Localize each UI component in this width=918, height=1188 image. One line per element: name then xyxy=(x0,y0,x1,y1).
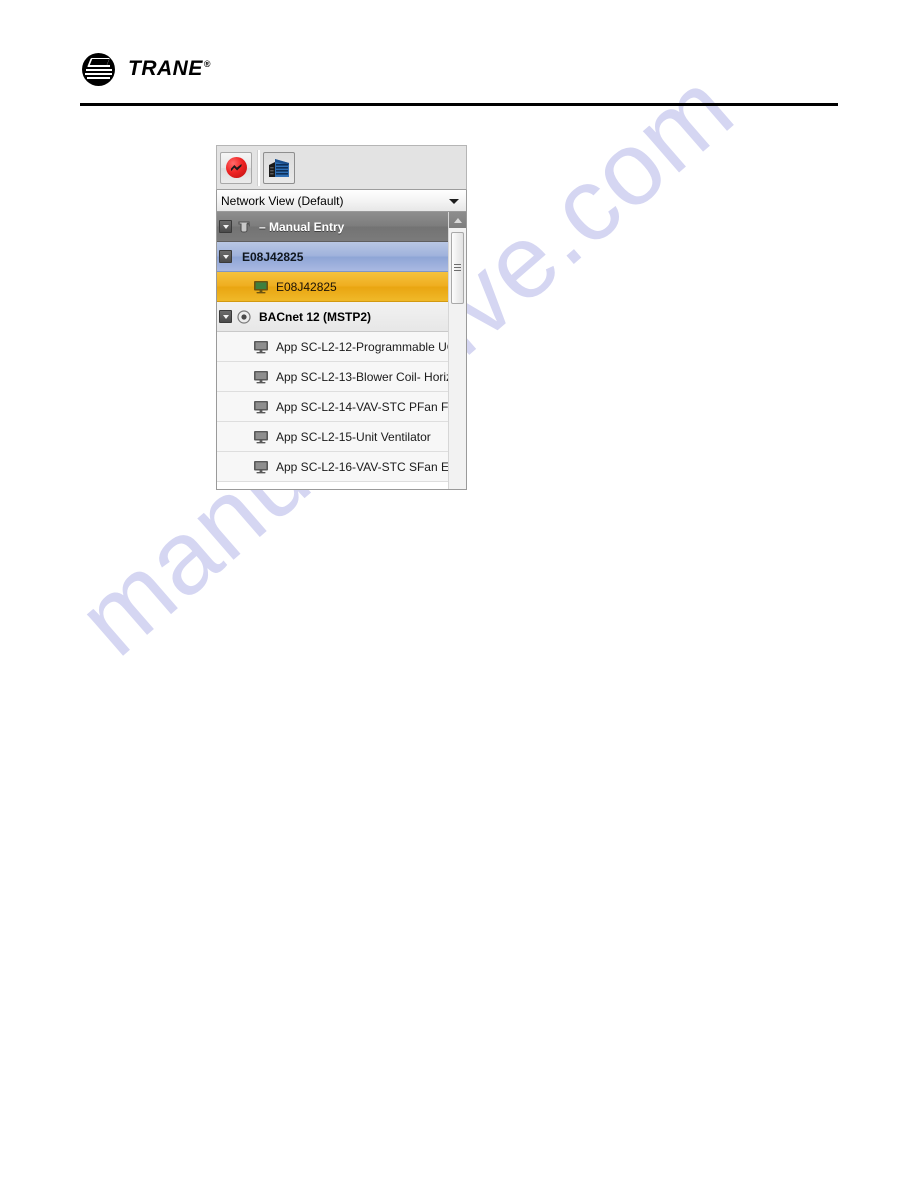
header-divider xyxy=(80,103,838,106)
tree-row[interactable]: App SC-L2-15-Unit Ventilator xyxy=(217,422,448,452)
brand-wordmark: TRANE® xyxy=(128,57,211,81)
brand-name-text: TRANE xyxy=(128,57,203,80)
tree-row-label: App SC-L2-14-VAV-STC PFan F xyxy=(276,399,448,414)
expand-collapse-icon[interactable] xyxy=(219,250,232,263)
expand-collapse-icon[interactable] xyxy=(219,310,232,323)
view-selector-dropdown[interactable]: Network View (Default) xyxy=(216,190,467,212)
network-tree: – Manual Entry E08J42825 E08J42825 BACnet 1… xyxy=(216,212,467,490)
brand-trademark: ® xyxy=(203,59,211,69)
tree-expander-slot xyxy=(217,310,234,323)
tree-row-label: App SC-L2-15-Unit Ventilator xyxy=(276,429,431,444)
tree-scrollbar[interactable] xyxy=(448,212,466,489)
chevron-down-icon xyxy=(449,199,459,204)
view-selector-label: Network View (Default) xyxy=(221,193,344,208)
tree-row[interactable]: App SC-L2-14-VAV-STC PFan F xyxy=(217,392,448,422)
red-alarm-circle-icon xyxy=(225,157,247,178)
device-monitor-icon xyxy=(251,430,271,444)
brand-logo: TRANE® xyxy=(82,52,211,86)
expand-collapse-icon[interactable] xyxy=(219,220,232,233)
scroll-thumb-grip-icon xyxy=(454,264,461,271)
tracer-network-panel: Network View (Default) – Manual Entry E08… xyxy=(216,145,467,490)
tree-row[interactable]: App SC-L2-16-VAV-STC SFan E xyxy=(217,452,448,482)
blue-building-icon xyxy=(267,157,291,178)
tree-row[interactable]: App SC-L2-13-Blower Coil- Horiz xyxy=(217,362,448,392)
tree-row-label: E08J42825 xyxy=(276,279,337,294)
scroll-up-arrow-icon[interactable] xyxy=(449,212,466,228)
tree-row[interactable]: BACnet 12 (MSTP2) xyxy=(217,302,448,332)
tree-expander-slot xyxy=(217,250,234,263)
tree-row[interactable]: App SC-L2-12-Programmable UC xyxy=(217,332,448,362)
tree-row[interactable]: – Manual Entry xyxy=(217,212,448,242)
toolbar-separator xyxy=(257,149,260,186)
tree-row-label: App SC-L2-12-Programmable UC xyxy=(276,339,448,354)
device-monitor-icon xyxy=(251,400,271,414)
tree-row[interactable]: E08J42825 xyxy=(217,242,448,272)
trane-roundel-icon xyxy=(82,52,115,86)
panel-toolbar xyxy=(216,145,467,190)
device-monitor-icon xyxy=(251,460,271,474)
device-monitor-icon xyxy=(251,280,271,294)
alarm-button[interactable] xyxy=(220,151,252,184)
tree-row-label: BACnet 12 (MSTP2) xyxy=(259,309,372,324)
scrollbar-thumb[interactable] xyxy=(451,232,464,304)
device-monitor-icon xyxy=(251,340,271,354)
tree-row-label: – Manual Entry xyxy=(259,219,345,234)
tree-row[interactable]: E08J42825 xyxy=(217,272,448,302)
manual-entry-icon xyxy=(234,219,254,234)
device-monitor-icon xyxy=(251,370,271,384)
building-view-button[interactable] xyxy=(263,151,295,184)
network-tree-list[interactable]: – Manual Entry E08J42825 E08J42825 BACnet 1… xyxy=(217,212,448,489)
tree-row-label: E08J42825 xyxy=(242,249,304,264)
tree-expander-slot xyxy=(217,220,234,233)
tree-row-label: App SC-L2-13-Blower Coil- Horiz xyxy=(276,369,448,384)
bacnet-link-icon xyxy=(234,309,254,324)
tree-row-label: App SC-L2-16-VAV-STC SFan E xyxy=(276,459,448,474)
